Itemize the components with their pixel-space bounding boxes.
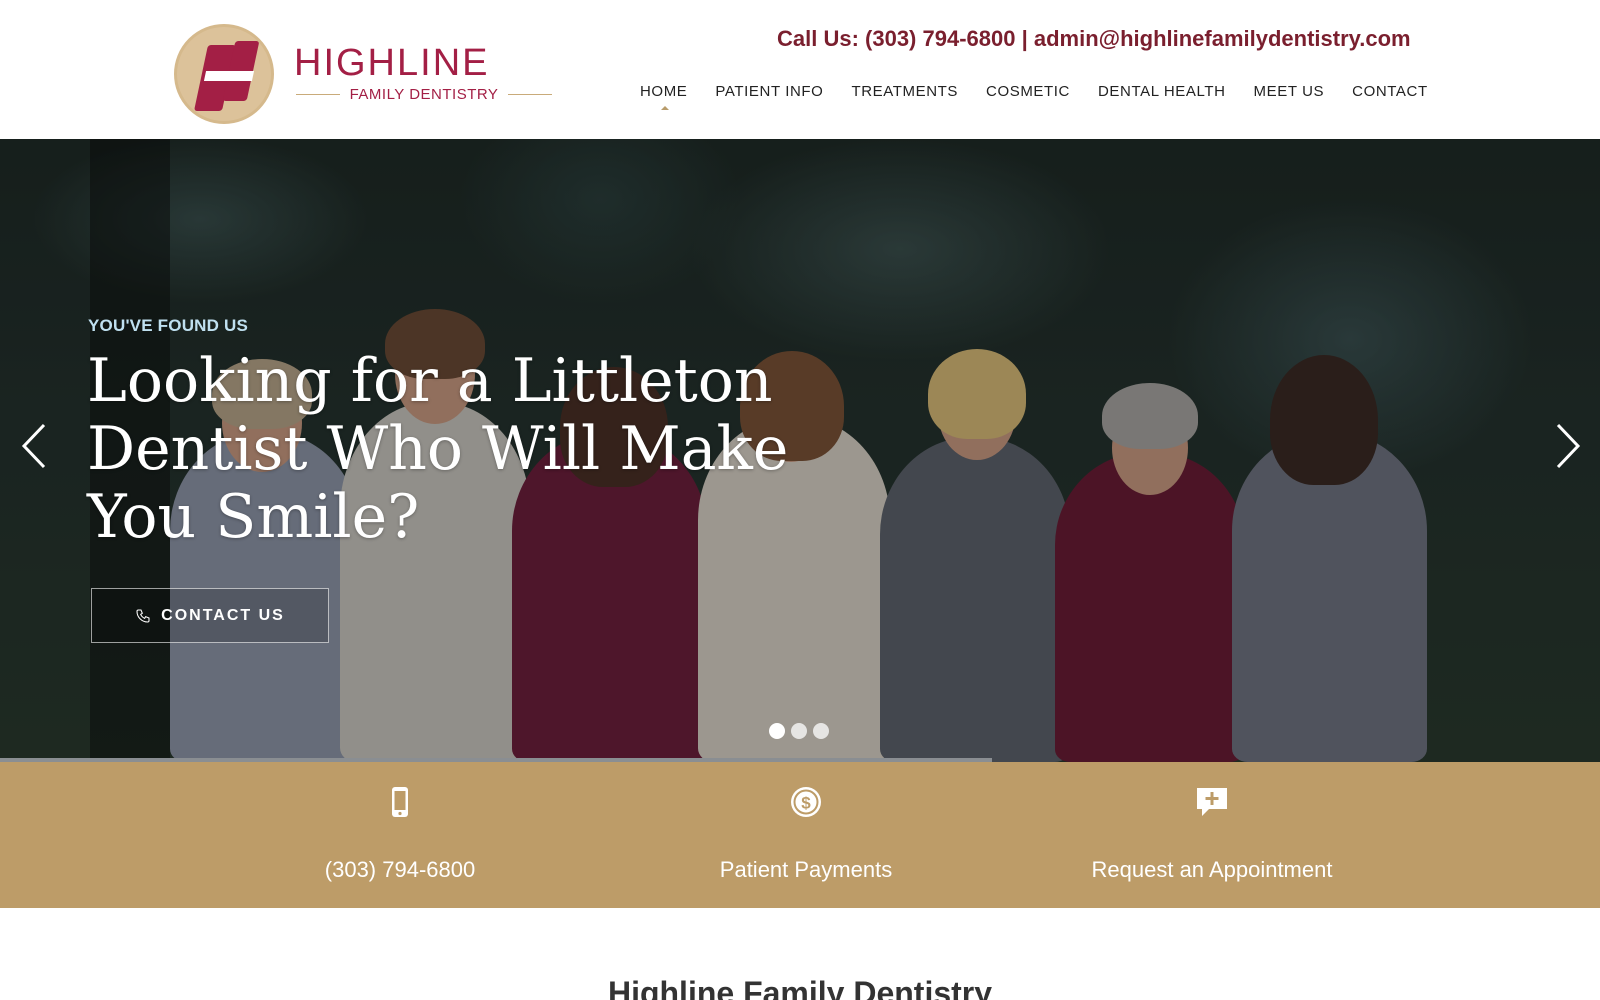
quick-link-request-appointment[interactable]: Request an Appointment xyxy=(1080,762,1344,908)
nav-item-cosmetic[interactable]: COSMETIC xyxy=(972,83,1084,100)
slider-dot-2[interactable] xyxy=(791,723,807,739)
nav-item-contact[interactable]: CONTACT xyxy=(1338,83,1442,100)
chevron-left-icon[interactable] xyxy=(18,421,50,471)
hero-title: Looking for a Littleton Dentist Who Will… xyxy=(87,346,789,552)
header-contact-line[interactable]: Call Us: (303) 794-6800 | admin@highline… xyxy=(777,26,1411,52)
quick-link-phone[interactable]: (303) 794-6800 xyxy=(300,762,500,908)
contact-us-label: CONTACT US xyxy=(161,606,285,624)
nav-item-dental-health[interactable]: DENTAL HEALTH xyxy=(1084,83,1240,100)
logo-name: HIGHLINE xyxy=(294,42,490,84)
site-logo[interactable]: HIGHLINE FAMILY DENTISTRY xyxy=(174,24,554,124)
contact-us-button[interactable]: CONTACT US xyxy=(91,588,329,643)
phone-icon xyxy=(136,608,150,623)
logo-mark-icon xyxy=(174,24,274,124)
quick-link-patient-payments-label: Patient Payments xyxy=(719,857,893,882)
main-nav: HOME PATIENT INFO TREATMENTS COSMETIC DE… xyxy=(626,83,1442,110)
svg-text:$: $ xyxy=(801,794,811,813)
nav-item-meet-us[interactable]: MEET US xyxy=(1240,83,1339,100)
hero-slider: YOU'VE FOUND US Looking for a Littleton … xyxy=(0,139,1600,762)
quick-link-patient-payments[interactable]: $ Patient Payments xyxy=(700,762,912,908)
nav-item-treatments[interactable]: TREATMENTS xyxy=(837,83,972,100)
slider-pagination xyxy=(769,723,829,739)
chevron-right-icon[interactable] xyxy=(1552,421,1584,471)
chat-plus-icon xyxy=(1197,788,1227,816)
quick-link-request-appointment-label: Request an Appointment xyxy=(1091,857,1333,882)
mobile-phone-icon xyxy=(392,787,408,817)
section-title: Highline Family Dentistry xyxy=(607,975,993,1000)
logo-subtitle: FAMILY DENTISTRY xyxy=(349,85,499,103)
quick-link-phone-label: (303) 794-6800 xyxy=(324,857,476,882)
hero-eyebrow: YOU'VE FOUND US xyxy=(88,316,249,335)
site-header: HIGHLINE FAMILY DENTISTRY Call Us: (303)… xyxy=(0,0,1600,139)
slider-dot-3[interactable] xyxy=(813,723,829,739)
quick-links-bar: (303) 794-6800 $ Patient Payments Reques… xyxy=(0,762,1600,908)
slider-dot-1[interactable] xyxy=(769,723,785,739)
nav-item-patient-info[interactable]: PATIENT INFO xyxy=(701,83,837,100)
dollar-circle-icon: $ xyxy=(791,787,821,817)
nav-item-home[interactable]: HOME xyxy=(626,83,701,110)
